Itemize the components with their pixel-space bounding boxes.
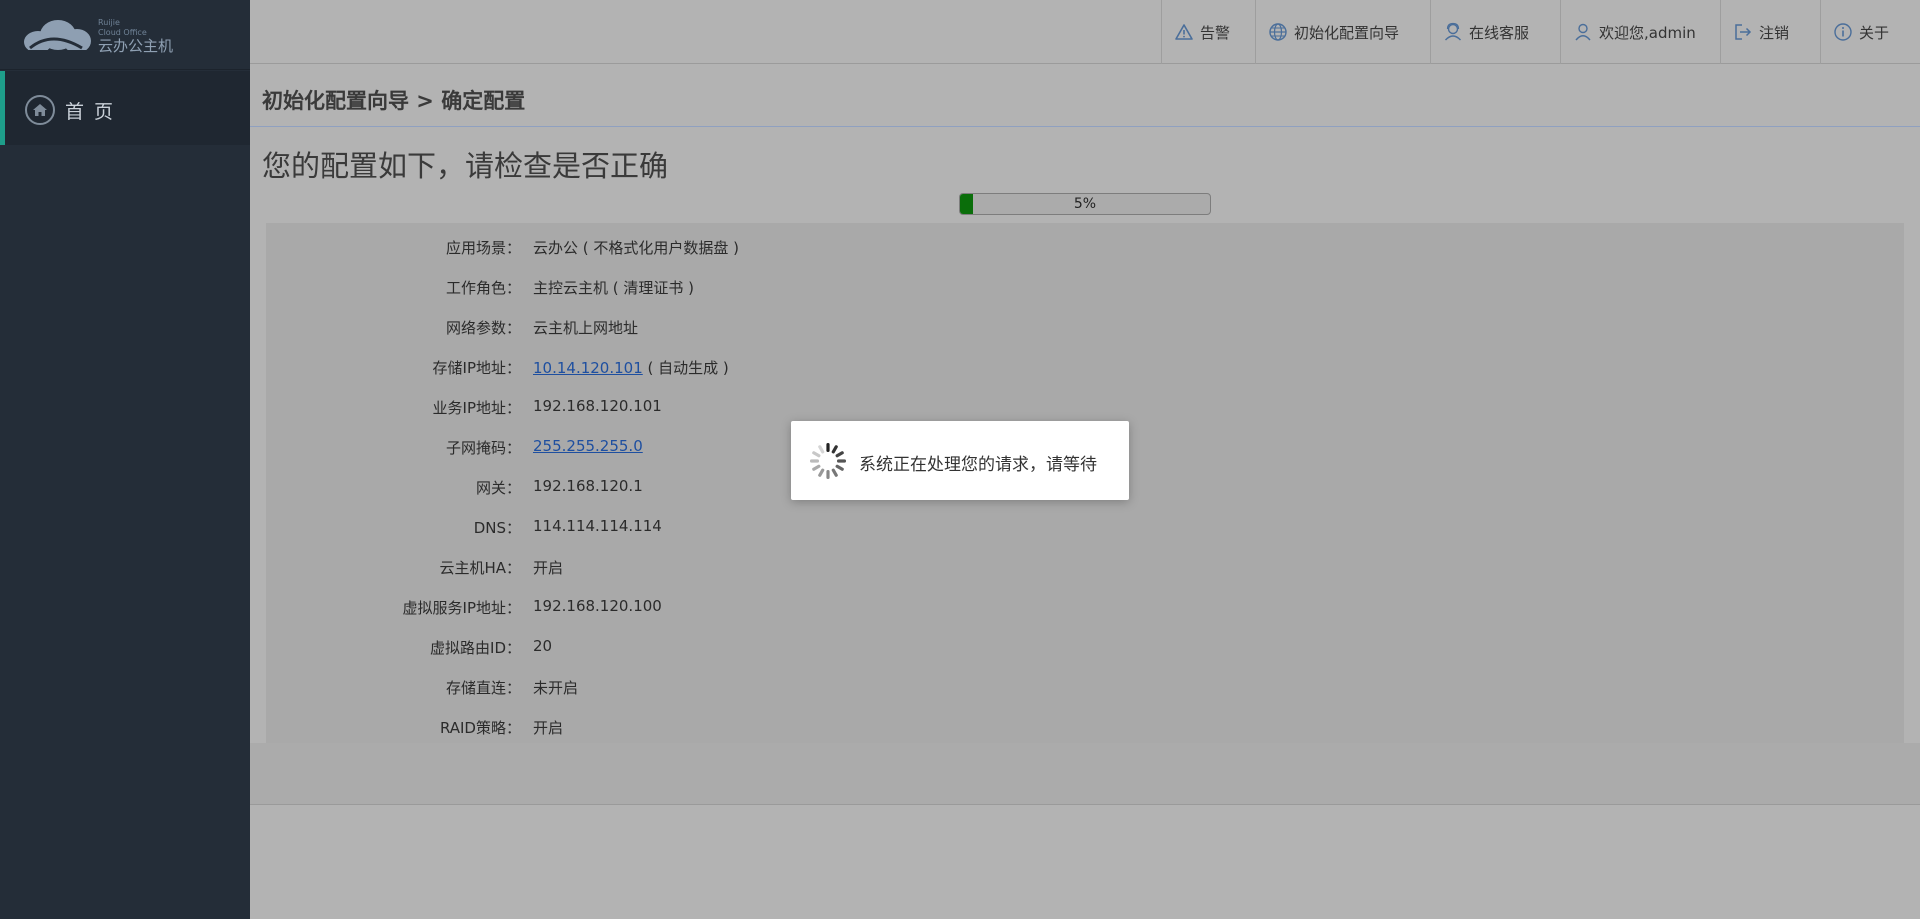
config-label: 应用场景： <box>445 239 521 257</box>
config-label: 网关： <box>475 479 521 497</box>
storage-ip-link[interactable]: 10.14.120.101 <box>533 359 643 377</box>
config-value: 云主机上网地址 <box>533 319 639 337</box>
storage-ip-note: ( 自动生成 ) <box>642 359 729 377</box>
header-wizard-label: 初始化配置向导 <box>1294 23 1400 42</box>
app-root: Ruijie Cloud Office 云办公主机 首 页 告警 初始化配置向导… <box>0 0 1920 919</box>
config-value: 192.168.120.100 <box>533 597 662 615</box>
config-label: 网络参数： <box>445 319 521 337</box>
logo-brand: Ruijie <box>98 18 120 27</box>
header-alert-button[interactable]: 告警 <box>1161 0 1255 64</box>
config-label: 子网掩码： <box>445 439 521 457</box>
header-support-label: 在线客服 <box>1469 23 1530 42</box>
config-row-ha: 云主机HA： 开启 <box>266 557 1166 581</box>
action-bar <box>250 743 1920 805</box>
config-value: 20 <box>533 637 553 655</box>
progress-text: 5% <box>1073 196 1097 212</box>
header-wizard-button[interactable]: 初始化配置向导 <box>1255 0 1430 64</box>
config-row-business-ip: 业务IP地址： 192.168.120.101 <box>266 397 1166 421</box>
config-label: 虚拟路由ID： <box>430 639 521 657</box>
header-about-label: 关于 <box>1859 23 1890 42</box>
logo-name: 云办公主机 <box>98 37 174 55</box>
config-value: 开启 <box>533 719 564 737</box>
config-row-role: 工作角色： 主控云主机 ( 清理证书 ) <box>266 277 1166 301</box>
header-about-button[interactable]: 关于 <box>1820 0 1920 64</box>
logo: Ruijie Cloud Office 云办公主机 <box>0 0 250 70</box>
top-header: 告警 初始化配置向导 在线客服 欢迎您,admin 注销 关于 <box>250 0 1920 64</box>
config-label: 业务IP地址： <box>432 399 521 417</box>
header-logout-label: 注销 <box>1759 23 1790 42</box>
config-row-raid: RAID策略： 开启 <box>266 717 1166 741</box>
header-user-menu[interactable]: 欢迎您,admin <box>1560 0 1720 64</box>
loading-message: 系统正在处理您的请求，请等待 <box>859 455 1097 475</box>
config-value: 主控云主机 ( 清理证书 ) <box>533 279 695 297</box>
support-icon <box>1444 22 1462 41</box>
config-row-router-id: 虚拟路由ID： 20 <box>266 637 1166 661</box>
page-title: 您的配置如下，请检查是否正确 <box>262 149 669 183</box>
user-icon <box>1575 23 1591 41</box>
config-value: 255.255.255.0 <box>533 437 643 455</box>
progress-bar: 5% <box>959 193 1211 215</box>
breadcrumb: 初始化配置向导 > 确定配置 <box>262 89 526 113</box>
sidebar-item-home[interactable]: 首 页 <box>0 71 250 145</box>
sidebar: Ruijie Cloud Office 云办公主机 首 页 <box>0 0 250 919</box>
config-label: 存储IP地址： <box>432 359 521 377</box>
loading-dialog: 系统正在处理您的请求，请等待 <box>791 421 1129 500</box>
config-label: 虚拟服务IP地址： <box>402 599 521 617</box>
config-label: 工作角色： <box>445 279 521 297</box>
config-value: 云办公 ( 不格式化用户数据盘 ) <box>533 239 740 257</box>
config-row-storage-ip: 存储IP地址： 10.14.120.101 ( 自动生成 ) <box>266 357 1166 381</box>
logout-icon <box>1735 24 1752 40</box>
config-value: 未开启 <box>533 679 579 697</box>
subnet-mask-link[interactable]: 255.255.255.0 <box>533 437 643 455</box>
config-value: 114.114.114.114 <box>533 517 662 535</box>
info-icon <box>1834 23 1852 41</box>
config-row-network: 网络参数： 云主机上网地址 <box>266 317 1166 341</box>
header-logout-button[interactable]: 注销 <box>1720 0 1820 64</box>
config-row-storage-direct: 存储直连： 未开启 <box>266 677 1166 701</box>
config-value: 192.168.120.101 <box>533 397 662 415</box>
sidebar-item-label: 首 页 <box>65 101 116 123</box>
config-row-scenario: 应用场景： 云办公 ( 不格式化用户数据盘 ) <box>266 237 1166 261</box>
cloud-logo-icon <box>24 20 92 54</box>
config-label: DNS： <box>473 519 521 537</box>
config-value: 开启 <box>533 559 564 577</box>
spinner-icon <box>810 443 846 479</box>
header-user-label: 欢迎您,admin <box>1599 23 1696 42</box>
config-value: 192.168.120.1 <box>533 477 643 495</box>
config-label: 云主机HA： <box>439 559 521 577</box>
alert-icon <box>1175 24 1193 40</box>
home-icon <box>25 95 55 125</box>
config-row-dns: DNS： 114.114.114.114 <box>266 517 1166 541</box>
config-label: 存储直连： <box>445 679 521 697</box>
config-value: 10.14.120.101 ( 自动生成 ) <box>533 357 729 378</box>
config-label: RAID策略： <box>439 719 521 737</box>
config-row-virtual-ip: 虚拟服务IP地址： 192.168.120.100 <box>266 597 1166 621</box>
breadcrumb-divider <box>250 126 1920 127</box>
header-alert-label: 告警 <box>1200 23 1231 42</box>
header-support-button[interactable]: 在线客服 <box>1430 0 1560 64</box>
globe-icon <box>1269 23 1287 41</box>
